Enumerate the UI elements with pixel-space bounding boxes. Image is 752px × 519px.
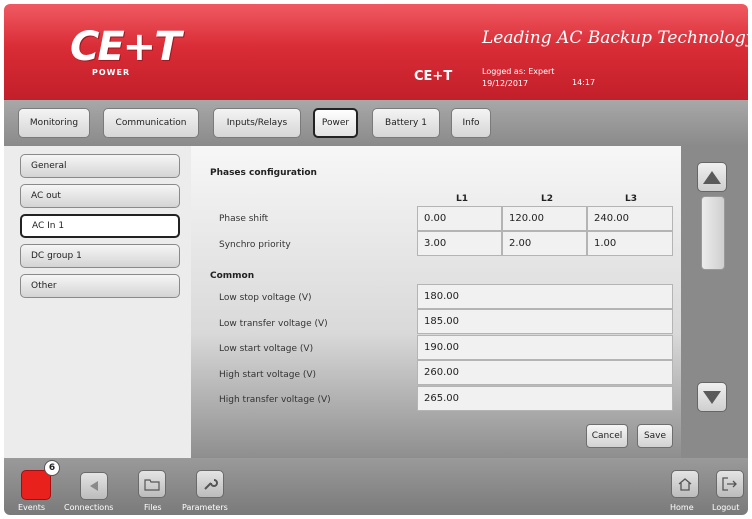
top-tab-bar: Monitoring Communication Inputs/Relays P…: [4, 100, 748, 146]
events-label: Events: [18, 503, 46, 512]
tab-info[interactable]: Info: [451, 108, 491, 138]
column-header-l1: L1: [456, 194, 468, 204]
logged-as: Logged as: Expert: [482, 67, 555, 76]
tab-communication[interactable]: Communication: [103, 108, 199, 138]
menu-item-dc-group-1[interactable]: DC group 1: [20, 244, 180, 268]
events-count-badge: 6: [44, 460, 60, 476]
connections-button[interactable]: [80, 472, 108, 500]
low-stop-voltage-label: Low stop voltage (V): [219, 293, 312, 303]
low-stop-voltage-field[interactable]: 180.00: [417, 284, 673, 309]
phases-configuration-title: Phases configuration: [210, 168, 317, 178]
files-button[interactable]: [138, 470, 166, 498]
menu-item-ac-in-1[interactable]: AC In 1: [20, 214, 180, 238]
parameters-button[interactable]: [196, 470, 224, 498]
column-header-l2: L2: [541, 194, 553, 204]
down-arrow-icon: [703, 390, 721, 404]
synchro-priority-l1-field[interactable]: 3.00: [417, 231, 502, 256]
low-transfer-voltage-field[interactable]: 185.00: [417, 309, 673, 334]
phase-shift-l2-field[interactable]: 120.00: [502, 206, 587, 231]
header-bar: CE+T POWER Leading AC Backup Technology …: [4, 4, 752, 100]
files-label: Files: [144, 503, 162, 512]
low-start-voltage-label: Low start voltage (V): [219, 344, 314, 354]
scrollbar-thumb[interactable]: [701, 196, 725, 270]
logout-button[interactable]: [716, 470, 744, 498]
scroll-column: [681, 146, 748, 458]
connections-icon: [90, 481, 98, 491]
save-button[interactable]: Save: [637, 424, 673, 448]
logo-text: CE+T: [70, 24, 181, 70]
tab-inputs-relays[interactable]: Inputs/Relays: [213, 108, 301, 138]
synchro-priority-l2-field[interactable]: 2.00: [502, 231, 587, 256]
logout-icon: [722, 477, 737, 491]
home-button[interactable]: [671, 470, 699, 498]
home-label: Home: [670, 503, 694, 512]
home-icon: [678, 478, 692, 491]
menu-item-other[interactable]: Other: [20, 274, 180, 298]
wrench-icon: [204, 479, 218, 490]
low-transfer-voltage-label: Low transfer voltage (V): [219, 319, 328, 329]
cancel-button[interactable]: Cancel: [586, 424, 628, 448]
tab-monitoring[interactable]: Monitoring: [18, 108, 90, 138]
bottom-bar: 6 Events Connections Files Parameters Ho…: [4, 458, 748, 515]
column-header-l3: L3: [625, 194, 637, 204]
menu-item-ac-out[interactable]: AC out: [20, 184, 180, 208]
tab-power[interactable]: Power: [313, 108, 358, 138]
scroll-down-button[interactable]: [697, 382, 727, 412]
common-title: Common: [210, 271, 255, 281]
left-menu: General AC out AC In 1 DC group 1 Other: [4, 146, 191, 458]
parameters-label: Parameters: [182, 503, 228, 512]
folder-icon: [144, 479, 160, 491]
login-info: Logged as: Expert 19/12/2017: [482, 66, 554, 90]
time-label: 14:17: [572, 78, 596, 87]
high-transfer-voltage-label: High transfer voltage (V): [219, 395, 331, 405]
menu-item-general[interactable]: General: [20, 154, 180, 178]
synchro-priority-label: Synchro priority: [219, 240, 291, 250]
tab-battery-1[interactable]: Battery 1: [372, 108, 440, 138]
up-arrow-icon: [703, 170, 721, 184]
connections-label: Connections: [64, 503, 114, 512]
brand-label: CE+T: [414, 69, 453, 84]
phase-shift-label: Phase shift: [219, 214, 269, 224]
high-transfer-voltage-field[interactable]: 265.00: [417, 386, 673, 411]
synchro-priority-l3-field[interactable]: 1.00: [587, 231, 673, 256]
phase-shift-l3-field[interactable]: 240.00: [587, 206, 673, 231]
scroll-up-button[interactable]: [697, 162, 727, 192]
date-label: 19/12/2017: [482, 79, 529, 88]
logout-label: Logout: [712, 503, 740, 512]
high-start-voltage-label: High start voltage (V): [219, 370, 317, 380]
phase-shift-l1-field[interactable]: 0.00: [417, 206, 502, 231]
cet-logo: CE+T POWER: [70, 24, 181, 84]
settings-panel: Phases configuration L1 L2 L3 Phase shif…: [191, 146, 681, 458]
logo-power-text: POWER: [92, 68, 131, 77]
tagline: Leading AC Backup Technology: [482, 28, 752, 48]
low-start-voltage-field[interactable]: 190.00: [417, 335, 673, 360]
high-start-voltage-field[interactable]: 260.00: [417, 360, 673, 385]
